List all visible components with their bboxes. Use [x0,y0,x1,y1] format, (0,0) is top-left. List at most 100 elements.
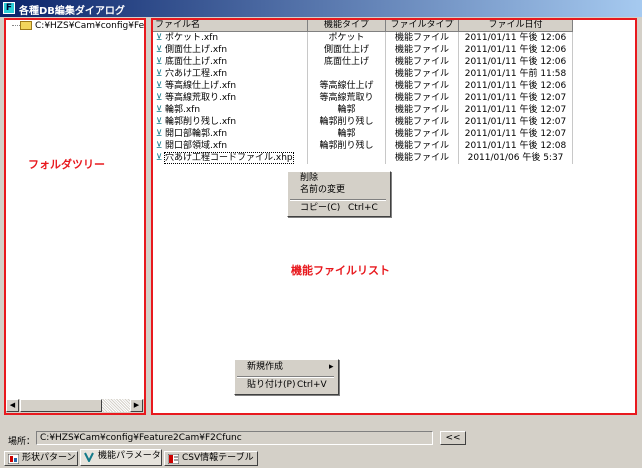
cell-file-date: 2011/01/06 午後 5:37 [459,152,573,164]
cell-file-date: 2011/01/11 午後 12:08 [459,140,573,152]
xfn-file-icon: ⊻ [155,153,163,163]
csv-table-icon [168,454,179,464]
scroll-left-arrow-icon[interactable]: ◀ [6,399,19,412]
function-file-list[interactable]: ファイル名 機能タイプ ファイルタイプ ファイル日付 ⊻ ポケット.xfn ポケット… [151,18,637,415]
cell-file-type: 機能ファイル [386,80,459,92]
cell-filename: ⊻ 穴あけ工程.xfn [153,68,308,80]
cell-filename: ⊻ 開口部輪郭.xfn [153,128,308,140]
copy-shortcut: Ctrl+C [348,203,378,213]
cell-file-type: 機能ファイル [386,68,459,80]
xfn-file-icon: ⊻ [155,117,163,127]
folder-icon [20,21,32,30]
cell-file-date: 2011/01/11 午前 11:58 [459,68,573,80]
cell-filename: ⊻ 等高線仕上げ.xfn [153,80,308,92]
menu-item-new[interactable]: 新規作成 ▸ [235,362,338,373]
tree-node-root[interactable]: C:¥HZS¥Cam¥config¥Feature [10,21,145,31]
cell-file-type: 機能ファイル [386,92,459,104]
table-row[interactable]: ⊻ 底面仕上げ.xfn 底面仕上げ 機能ファイル 2011/01/11 午後 12:06 [153,56,573,68]
submenu-arrow-icon: ▸ [329,362,334,372]
tab-csv-info-table[interactable]: CSV情報テーブル [164,451,258,466]
column-header-function-type[interactable]: 機能タイプ [308,20,386,32]
list-header: ファイル名 機能タイプ ファイルタイプ ファイル日付 [153,20,573,32]
xfn-file-icon: ⊻ [155,105,163,115]
cell-function-type: 等高線仕上げ [308,80,386,92]
folder-tree-annotation: フォルダツリー [28,158,105,171]
cell-file-type: 機能ファイル [386,116,459,128]
table-row[interactable]: ⊻ 開口部輪郭.xfn 輪郭 機能ファイル 2011/01/11 午後 12:07 [153,128,573,140]
column-header-filename[interactable]: ファイル名 [153,20,308,32]
column-header-file-type[interactable]: ファイルタイプ [386,20,459,32]
menu-item-delete[interactable]: 削除 [288,173,390,184]
function-parameter-icon [84,452,94,462]
cell-filename: ⊻ ポケット.xfn [153,32,308,44]
paste-shortcut: Ctrl+V [297,380,327,390]
cell-file-type: 機能ファイル [386,44,459,56]
table-row[interactable]: ⊻ 開口部領域.xfn 輪郭削り残し 機能ファイル 2011/01/11 午後 12:0… [153,140,573,152]
cell-file-type: 機能ファイル [386,56,459,68]
cell-file-date: 2011/01/11 午後 12:07 [459,116,573,128]
cell-file-date: 2011/01/11 午後 12:07 [459,128,573,140]
title-bar: F 各種DB編集ダイアログ [0,0,642,17]
location-label: 場所： [8,437,36,447]
cell-file-type: 機能ファイル [386,128,459,140]
tab-shape-pattern[interactable]: 形状パターン [4,451,78,466]
list-context-menu: 新規作成 ▸ 貼り付け(P) Ctrl+V [234,359,339,395]
cell-function-type [308,152,386,164]
cell-file-type: 機能ファイル [386,32,459,44]
xfn-file-icon: ⊻ [155,69,163,79]
tree-horizontal-scrollbar[interactable]: ◀ ▶ [6,399,144,413]
xfn-file-icon: ⊻ [155,129,163,139]
folder-tree[interactable]: C:¥HZS¥Cam¥config¥Feature ◀ ▶ [4,18,146,415]
cell-function-type: 等高線荒取り [308,92,386,104]
location-field[interactable]: C:¥HZS¥Cam¥config¥Feature2Cam¥F2Cfunc [36,431,433,445]
menu-item-rename[interactable]: 名前の変更 [288,185,390,196]
xfn-file-icon: ⊻ [155,45,163,55]
cell-function-type: 輪郭 [308,104,386,116]
cell-file-type: 機能ファイル [386,104,459,116]
table-row[interactable]: ⊻ 穴あけ工程コードファイル.xhp 機能ファイル 2011/01/06 午後 5:3… [153,152,573,164]
shape-pattern-icon [8,454,19,464]
window-title: 各種DB編集ダイアログ [19,6,125,17]
xfn-file-icon: ⊻ [155,57,163,67]
cell-filename: ⊻ 輪郭.xfn [153,104,308,116]
cell-filename: ⊻ 等高線荒取り.xfn [153,92,308,104]
cell-function-type [308,68,386,80]
xfn-file-icon: ⊻ [155,93,163,103]
bottom-tab-bar: 形状パターン 機能パラメータ CSV情報テーブル [0,449,642,468]
tab-function-parameters[interactable]: 機能パラメータ [80,449,162,466]
cell-function-type: 底面仕上げ [308,56,386,68]
cell-filename: ⊻ 開口部領域.xfn [153,140,308,152]
cell-function-type: 輪郭削り残し [308,116,386,128]
table-row[interactable]: ⊻ ポケット.xfn ポケット 機能ファイル 2011/01/11 午後 12:06 [153,32,573,44]
table-row[interactable]: ⊻ 側面仕上げ.xfn 側面仕上げ 機能ファイル 2011/01/11 午後 12:06 [153,44,573,56]
table-row[interactable]: ⊻ 等高線荒取り.xfn 等高線荒取り 機能ファイル 2011/01/11 午後 12:… [153,92,573,104]
cell-filename: ⊻ 穴あけ工程コードファイル.xhp [153,152,308,164]
cell-file-date: 2011/01/11 午後 12:07 [459,92,573,104]
cell-filename: ⊻ 輪郭削り残し.xfn [153,116,308,128]
tree-node-label: C:¥HZS¥Cam¥config¥Feature [35,21,145,31]
back-button[interactable]: << [440,431,466,445]
scroll-thumb[interactable] [20,399,102,412]
cell-file-date: 2011/01/11 午後 12:06 [459,80,573,92]
cell-function-type: 側面仕上げ [308,44,386,56]
cell-file-type: 機能ファイル [386,152,459,164]
cell-function-type: 輪郭 [308,128,386,140]
cell-function-type: 輪郭削り残し [308,140,386,152]
xfn-file-icon: ⊻ [155,141,163,151]
cell-filename: ⊻ 側面仕上げ.xfn [153,44,308,56]
table-row[interactable]: ⊻ 穴あけ工程.xfn 機能ファイル 2011/01/11 午前 11:58 [153,68,573,80]
column-header-file-date[interactable]: ファイル日付 [459,20,573,32]
cell-file-type: 機能ファイル [386,140,459,152]
menu-item-copy[interactable]: コピー(C) Ctrl+C [288,203,390,214]
table-row[interactable]: ⊻ 輪郭削り残し.xfn 輪郭削り残し 機能ファイル 2011/01/11 午後 12:… [153,116,573,128]
scroll-track[interactable] [102,399,130,412]
cell-file-date: 2011/01/11 午後 12:06 [459,32,573,44]
cell-file-date: 2011/01/11 午後 12:07 [459,104,573,116]
menu-separator [290,199,386,201]
table-row[interactable]: ⊻ 等高線仕上げ.xfn 等高線仕上げ 機能ファイル 2011/01/11 午後 12:… [153,80,573,92]
xfn-file-icon: ⊻ [155,81,163,91]
file-context-menu: 削除 名前の変更 コピー(C) Ctrl+C [287,171,391,217]
table-row[interactable]: ⊻ 輪郭.xfn 輪郭 機能ファイル 2011/01/11 午後 12:07 [153,104,573,116]
scroll-right-arrow-icon[interactable]: ▶ [130,399,143,412]
menu-item-paste[interactable]: 貼り付け(P) Ctrl+V [235,380,338,391]
